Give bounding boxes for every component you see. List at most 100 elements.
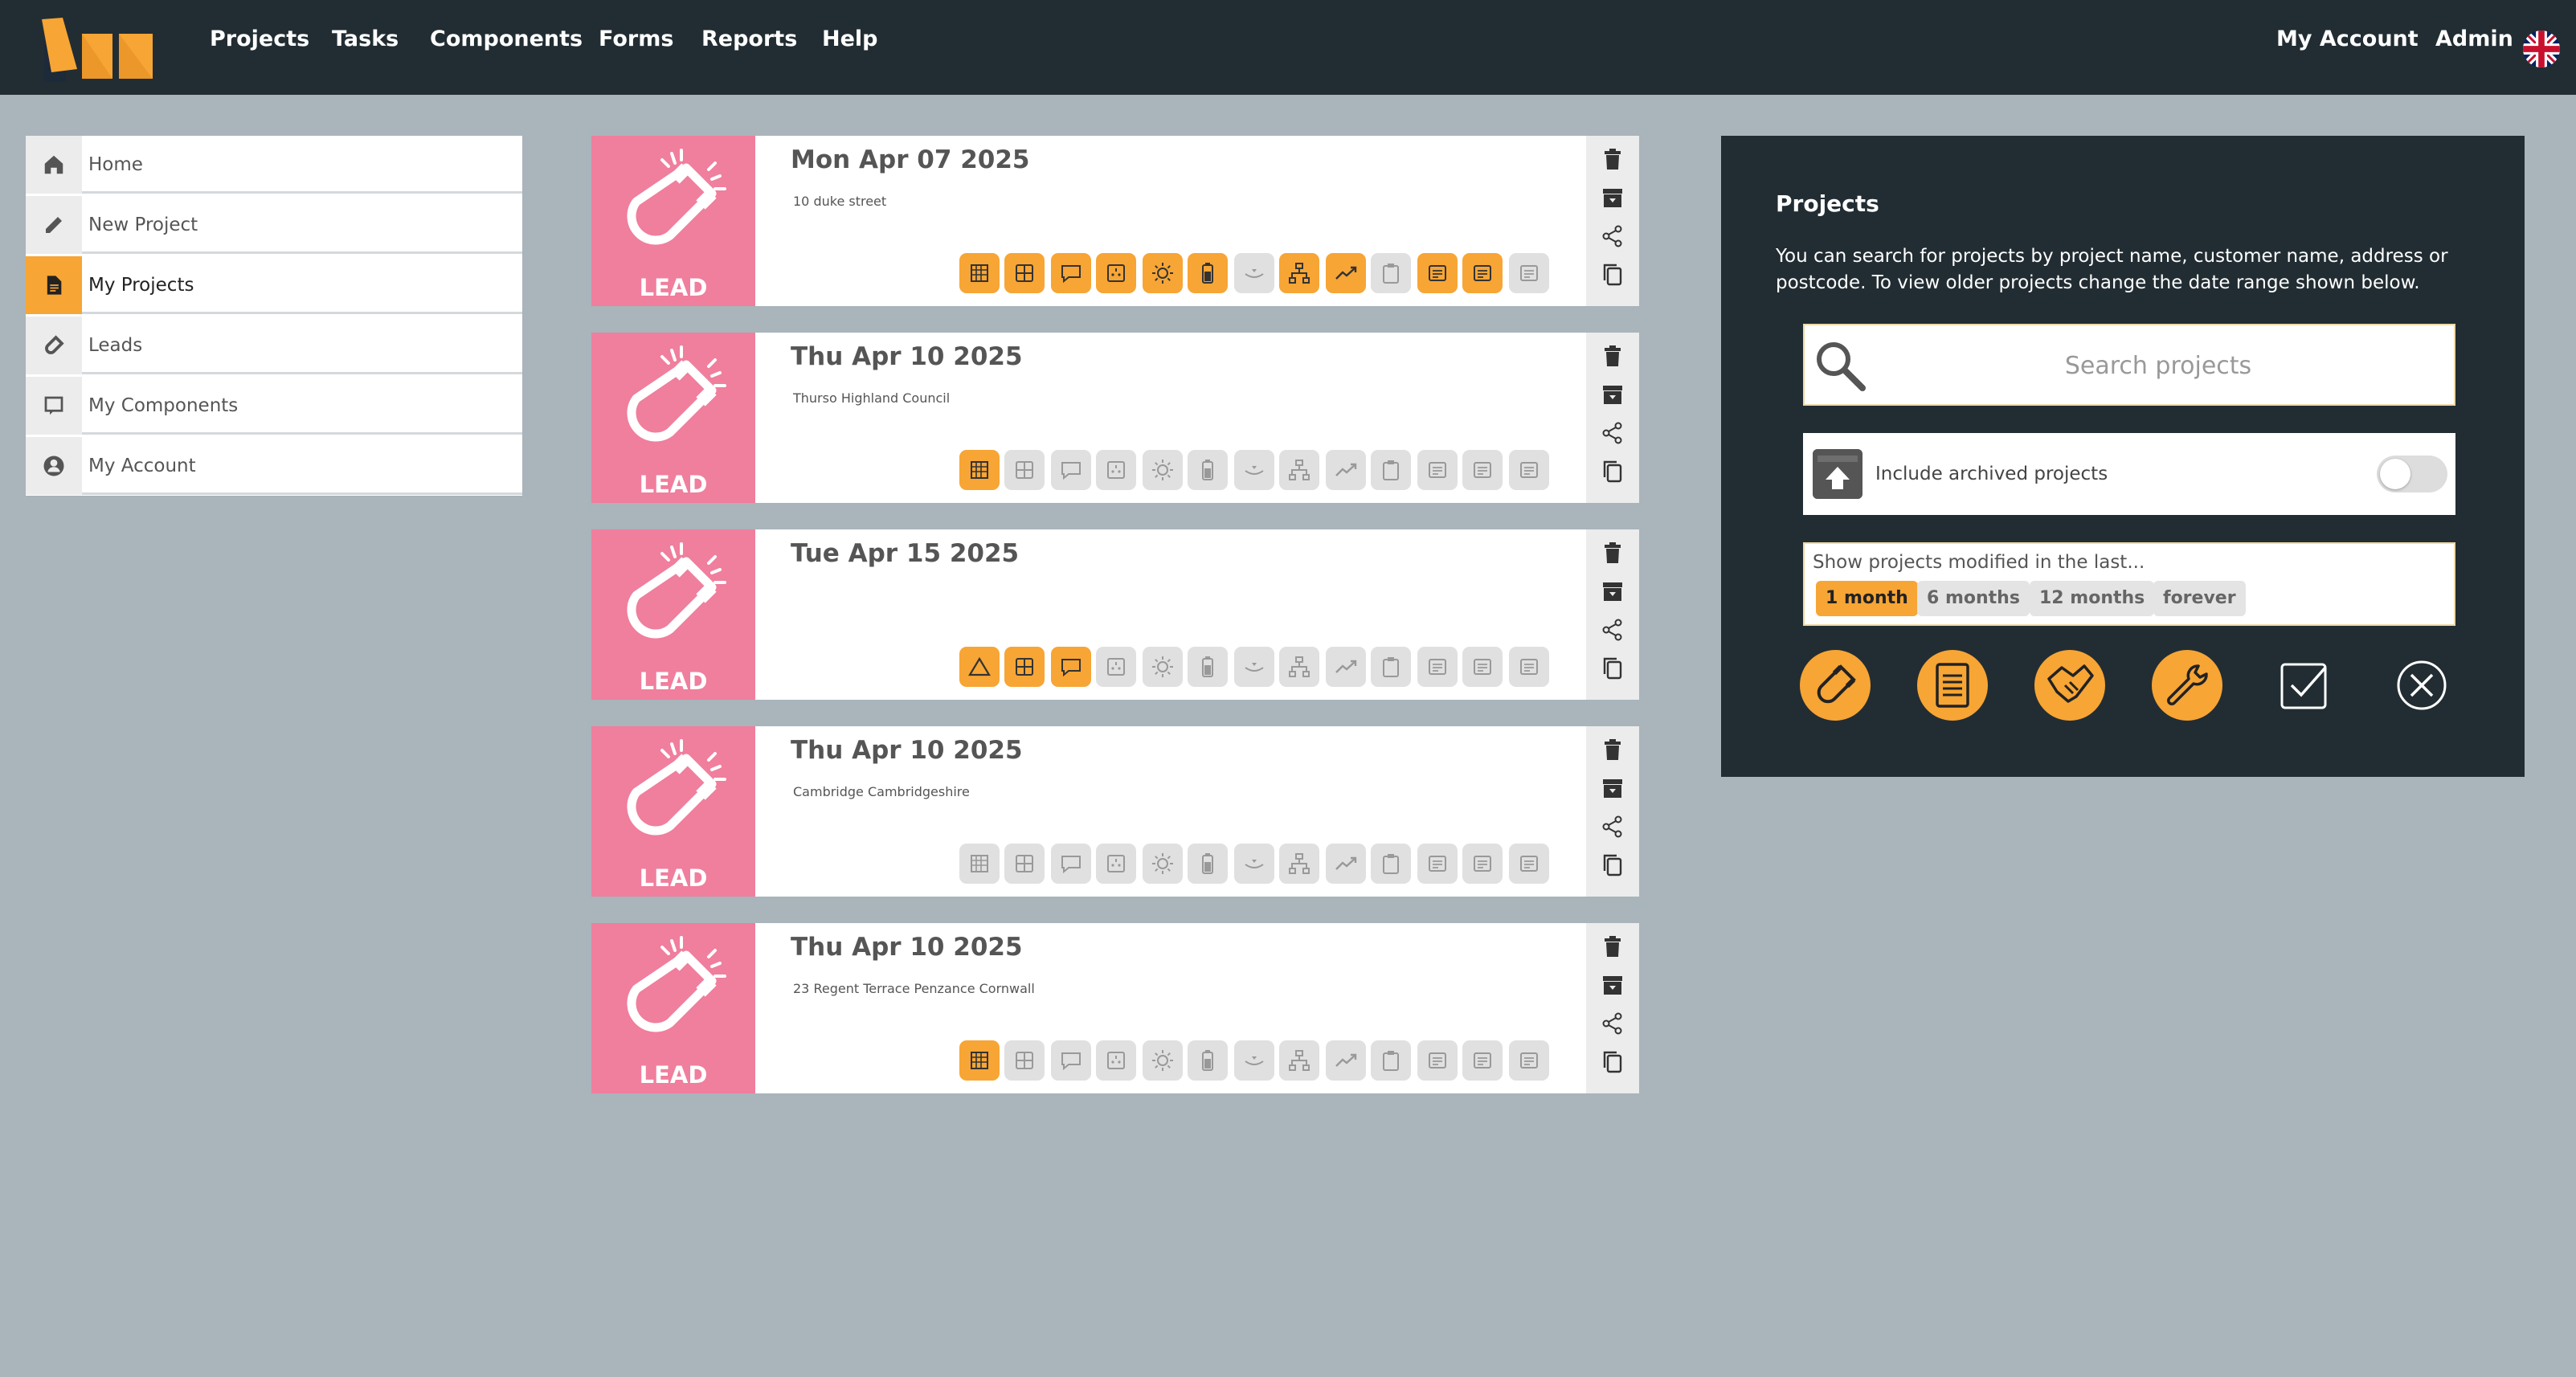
status-chip[interactable]	[1188, 1040, 1228, 1081]
archived-toggle[interactable]	[2377, 456, 2447, 492]
status-chip[interactable]	[1096, 1040, 1136, 1081]
lead-thumbnail[interactable]: LEAD	[591, 726, 755, 897]
status-chip[interactable]	[1096, 450, 1136, 490]
copy-project-button[interactable]	[1601, 460, 1624, 484]
status-chip[interactable]	[1234, 844, 1274, 884]
status-chip[interactable]	[1051, 1040, 1091, 1081]
filter-leads-button[interactable]	[1800, 650, 1871, 721]
status-chip[interactable]	[1462, 450, 1503, 490]
status-chip[interactable]	[1326, 253, 1366, 293]
range-6-months-button[interactable]: 6 months	[1917, 581, 2030, 616]
sidebar-item-home[interactable]: Home	[26, 136, 522, 194]
project-date[interactable]: Thu Apr 10 2025	[791, 736, 1023, 765]
delete-project-button[interactable]	[1601, 344, 1624, 368]
status-chip[interactable]	[1096, 253, 1136, 293]
status-chip[interactable]	[959, 1040, 1000, 1081]
status-chip[interactable]	[1417, 1040, 1458, 1081]
status-chip[interactable]	[1004, 253, 1045, 293]
project-card[interactable]: LEAD Tue Apr 15 2025	[591, 529, 1639, 700]
nav-components[interactable]: Components	[430, 0, 583, 95]
status-chip[interactable]	[1371, 844, 1411, 884]
nav-my-account[interactable]: My Account	[2276, 0, 2419, 95]
project-date[interactable]: Tue Apr 15 2025	[791, 539, 1019, 568]
share-project-button[interactable]	[1601, 421, 1624, 445]
status-chip[interactable]	[1004, 450, 1045, 490]
nav-admin[interactable]: Admin	[2435, 0, 2513, 95]
status-chip[interactable]	[1234, 450, 1274, 490]
lead-thumbnail[interactable]: LEAD	[591, 529, 755, 700]
status-chip[interactable]	[1279, 253, 1319, 293]
status-chip[interactable]	[1051, 450, 1091, 490]
filter-cancelled-button[interactable]	[2386, 650, 2457, 721]
share-project-button[interactable]	[1601, 815, 1624, 839]
nav-help[interactable]: Help	[822, 0, 878, 95]
status-chip[interactable]	[1371, 1040, 1411, 1081]
status-chip[interactable]	[1417, 253, 1458, 293]
status-chip[interactable]	[959, 844, 1000, 884]
status-chip[interactable]	[1509, 1040, 1549, 1081]
status-chip[interactable]	[1417, 450, 1458, 490]
status-chip[interactable]	[1279, 450, 1319, 490]
nav-forms[interactable]: Forms	[599, 0, 673, 95]
status-chip[interactable]	[1188, 253, 1228, 293]
status-chip[interactable]	[1509, 253, 1549, 293]
project-card[interactable]: LEAD Thu Apr 10 2025 23 Regent Terrace Pen…	[591, 923, 1639, 1093]
status-chip[interactable]	[1462, 844, 1503, 884]
copy-project-button[interactable]	[1601, 853, 1624, 877]
status-chip[interactable]	[1188, 450, 1228, 490]
status-chip[interactable]	[1051, 844, 1091, 884]
app-logo[interactable]	[35, 18, 156, 82]
filter-quotes-button[interactable]	[1917, 650, 1988, 721]
status-chip[interactable]	[1279, 647, 1319, 687]
status-chip[interactable]	[1279, 844, 1319, 884]
status-chip[interactable]	[1509, 450, 1549, 490]
status-chip[interactable]	[1509, 844, 1549, 884]
status-chip[interactable]	[1462, 1040, 1503, 1081]
archive-project-button[interactable]	[1601, 973, 1624, 997]
status-chip[interactable]	[1143, 450, 1183, 490]
copy-project-button[interactable]	[1601, 263, 1624, 287]
status-chip[interactable]	[1279, 1040, 1319, 1081]
archive-project-button[interactable]	[1601, 776, 1624, 800]
filter-install-button[interactable]	[2152, 650, 2222, 721]
status-chip[interactable]	[959, 253, 1000, 293]
status-chip[interactable]	[1462, 647, 1503, 687]
status-chip[interactable]	[1326, 1040, 1366, 1081]
archive-project-button[interactable]	[1601, 579, 1624, 603]
status-chip[interactable]	[1051, 253, 1091, 293]
project-card[interactable]: LEAD Thu Apr 10 2025 Cambridge Cambridgesh…	[591, 726, 1639, 897]
status-chip[interactable]	[1004, 1040, 1045, 1081]
status-chip[interactable]	[1096, 844, 1136, 884]
sidebar-item-leads[interactable]: Leads	[26, 317, 522, 374]
status-chip[interactable]	[1004, 844, 1045, 884]
sidebar-item-my-account[interactable]: My Account	[26, 437, 522, 495]
delete-project-button[interactable]	[1601, 738, 1624, 762]
status-chip[interactable]	[1417, 844, 1458, 884]
status-chip[interactable]	[1051, 647, 1091, 687]
status-chip[interactable]	[1371, 253, 1411, 293]
range-12-months-button[interactable]: 12 months	[2030, 581, 2155, 616]
sidebar-item-my-projects[interactable]: My Projects	[26, 256, 522, 314]
status-chip[interactable]	[1326, 844, 1366, 884]
project-card[interactable]: LEAD Thu Apr 10 2025 Thurso Highland Counc…	[591, 333, 1639, 503]
status-chip[interactable]	[1326, 647, 1366, 687]
delete-project-button[interactable]	[1601, 934, 1624, 958]
share-project-button[interactable]	[1601, 1011, 1624, 1036]
uk-flag-icon[interactable]	[2523, 31, 2560, 67]
status-chip[interactable]	[1188, 647, 1228, 687]
status-chip[interactable]	[1509, 647, 1549, 687]
status-chip[interactable]	[1004, 647, 1045, 687]
lead-thumbnail[interactable]: LEAD	[591, 333, 755, 503]
lead-thumbnail[interactable]: LEAD	[591, 136, 755, 306]
status-chip[interactable]	[1096, 647, 1136, 687]
project-date[interactable]: Thu Apr 10 2025	[791, 342, 1023, 371]
status-chip[interactable]	[1234, 1040, 1274, 1081]
status-chip[interactable]	[1234, 253, 1274, 293]
nav-projects[interactable]: Projects	[210, 0, 309, 95]
lead-thumbnail[interactable]: LEAD	[591, 923, 755, 1093]
search-input[interactable]	[1917, 346, 2399, 385]
archive-project-button[interactable]	[1601, 382, 1624, 407]
project-card[interactable]: LEAD Mon Apr 07 2025 10 duke street	[591, 136, 1639, 306]
status-chip[interactable]	[1326, 450, 1366, 490]
nav-reports[interactable]: Reports	[701, 0, 797, 95]
